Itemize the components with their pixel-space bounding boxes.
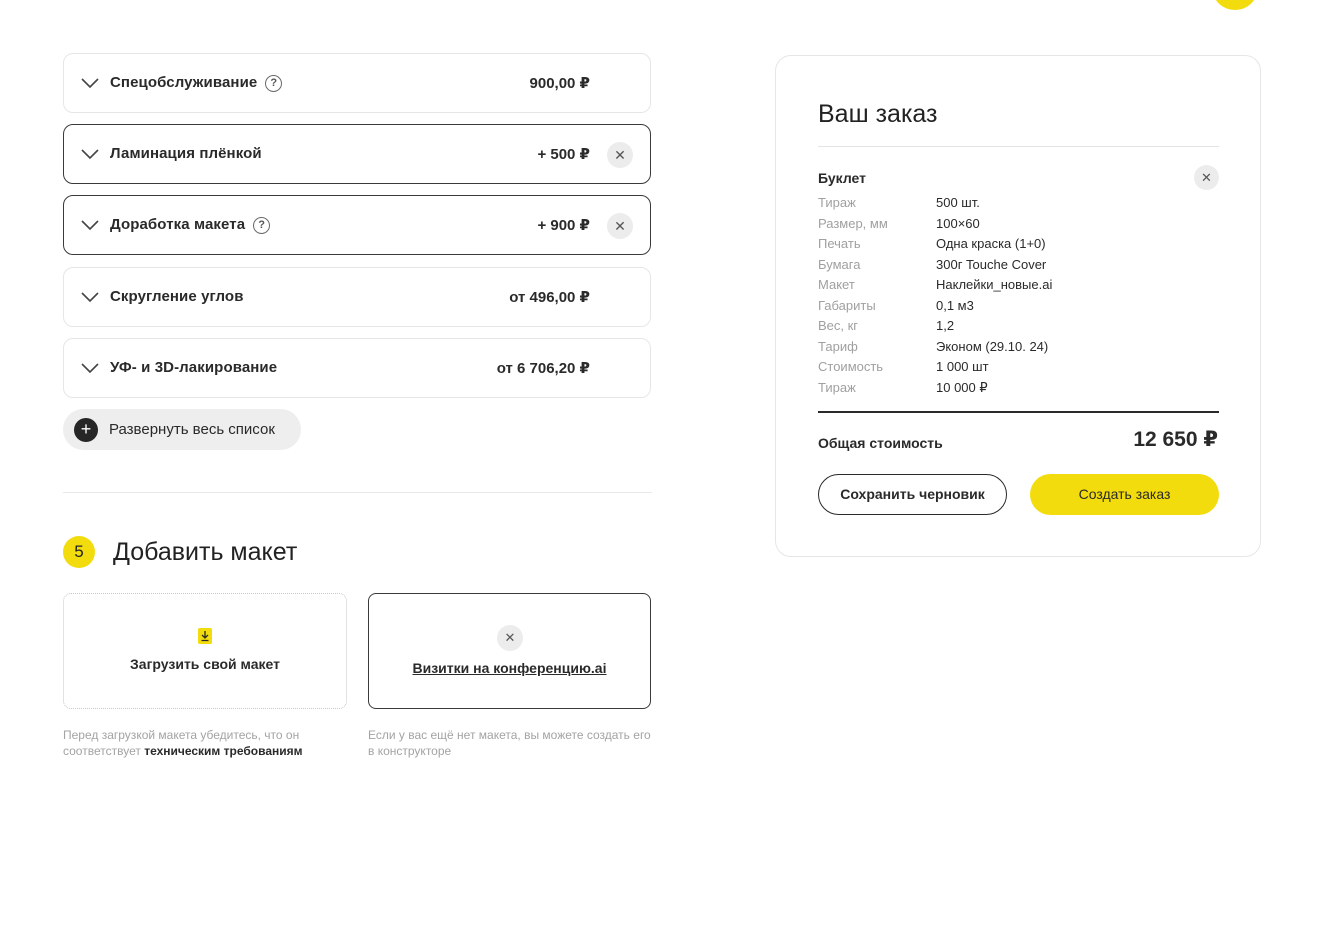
option-price: + 900 ₽: [537, 217, 590, 234]
spec-value: Эконом (29.10. 24): [936, 339, 1049, 354]
spec-key: Размер, мм: [818, 216, 888, 231]
option-lamination[interactable]: Ламинация плёнкой + 500 ₽ ✕: [63, 124, 651, 184]
order-title: Ваш заказ: [818, 100, 938, 128]
create-order-button[interactable]: Создать заказ: [1030, 474, 1219, 515]
option-label: Скругление углов: [110, 288, 244, 305]
spec-key: Вес, кг: [818, 318, 859, 333]
spec-value: Одна краска (1+0): [936, 236, 1046, 251]
option-label: Доработка макета: [110, 216, 246, 233]
spec-row: Тираж 500 шт.: [818, 195, 1219, 215]
expand-list-label: Развернуть весь список: [109, 421, 275, 438]
spec-value: 1 000 шт: [936, 359, 989, 374]
spec-value: 100×60: [936, 216, 980, 231]
chevron-down-icon: [81, 149, 99, 160]
help-icon[interactable]: ?: [265, 75, 283, 92]
spec-key: Тираж: [818, 380, 856, 395]
spec-row: Стоимость 1 000 шт: [818, 359, 1219, 379]
total-label: Общая стоимость: [818, 435, 943, 451]
option-price: 900,00 ₽: [529, 75, 590, 92]
spec-row: Вес, кг 1,2: [818, 318, 1219, 338]
chevron-down-icon: [81, 292, 99, 303]
spec-key: Тариф: [818, 339, 858, 354]
help-icon[interactable]: ?: [253, 217, 271, 234]
constructor-note: Если у вас ещё нет макета, вы можете соз…: [368, 728, 651, 758]
upload-layout-dropzone[interactable]: Загрузить свой макет: [63, 593, 347, 709]
save-draft-button[interactable]: Сохранить черновик: [818, 474, 1007, 515]
expand-list-button[interactable]: + Развернуть весь список: [63, 409, 301, 450]
divider: [818, 411, 1219, 413]
upload-label: Загрузить свой макет: [130, 656, 280, 672]
spec-key: Бумага: [818, 257, 861, 272]
product-name: Буклет: [818, 170, 867, 186]
spec-key: Стоимость: [818, 359, 884, 374]
close-icon[interactable]: ✕: [607, 213, 633, 239]
spec-key: Габариты: [818, 298, 876, 313]
option-uv-lacquer[interactable]: УФ- и 3D-лакирование от 6 706,20 ₽: [63, 338, 651, 398]
option-price: + 500 ₽: [537, 146, 590, 163]
spec-row: Печать Одна краска (1+0): [818, 236, 1219, 256]
upload-icon: [198, 628, 212, 644]
spec-value: 300г Touche Cover: [936, 257, 1047, 272]
option-spec-service[interactable]: Спецобслуживание? 900,00 ₽: [63, 53, 651, 113]
option-label: Ламинация плёнкой: [110, 145, 262, 162]
spec-row: Бумага 300г Touche Cover: [818, 257, 1219, 277]
spec-value: Наклейки_новые.ai: [936, 277, 1053, 292]
order-summary-card: Ваш заказ Буклет ✕ Тираж 500 шт. Размер, …: [775, 55, 1261, 557]
section-title: Добавить макет: [113, 538, 298, 566]
total-value: 12 650 ₽: [1133, 428, 1218, 451]
chevron-down-icon: [81, 78, 99, 89]
spec-key: Тираж: [818, 195, 856, 210]
tech-requirements-link[interactable]: техническим требованиям: [144, 744, 302, 758]
chevron-down-icon: [81, 363, 99, 374]
spec-key: Печать: [818, 236, 861, 251]
chevron-down-icon: [81, 220, 99, 231]
spec-row: Габариты 0,1 м3: [818, 298, 1219, 318]
close-icon[interactable]: ✕: [1194, 165, 1219, 190]
accent-circle: [1213, 0, 1257, 10]
spec-key: Макет: [818, 277, 855, 292]
close-icon[interactable]: ✕: [607, 142, 633, 168]
file-name-link[interactable]: Визитки на конференцию.ai: [369, 660, 650, 676]
option-label: УФ- и 3D-лакирование: [110, 359, 278, 376]
divider: [63, 492, 652, 493]
spec-value: 1,2: [936, 318, 955, 333]
spec-value: 500 шт.: [936, 195, 980, 210]
option-price: от 496,00 ₽: [509, 289, 590, 306]
spec-value: 0,1 м3: [936, 298, 974, 313]
divider: [818, 146, 1219, 147]
uploaded-file-card[interactable]: ✕ Визитки на конференцию.ai: [368, 593, 651, 709]
option-round-corners[interactable]: Скругление углов от 496,00 ₽: [63, 267, 651, 327]
spec-value: 10 000 ₽: [936, 380, 988, 395]
option-price: от 6 706,20 ₽: [496, 360, 590, 377]
step-number-badge: 5: [63, 536, 95, 568]
spec-row: Макет Наклейки_новые.ai: [818, 277, 1219, 297]
close-icon[interactable]: ✕: [497, 625, 523, 651]
spec-row: Тариф Эконом (29.10. 24): [818, 339, 1219, 359]
plus-icon: +: [74, 418, 98, 442]
option-label: Спецобслуживание: [110, 74, 258, 91]
spec-row: Тираж 10 000 ₽: [818, 380, 1219, 400]
upload-note: Перед загрузкой макета убедитесь, что он…: [63, 727, 353, 759]
spec-row: Размер, мм 100×60: [818, 216, 1219, 236]
option-layout-rework[interactable]: Доработка макета? + 900 ₽ ✕: [63, 195, 651, 255]
